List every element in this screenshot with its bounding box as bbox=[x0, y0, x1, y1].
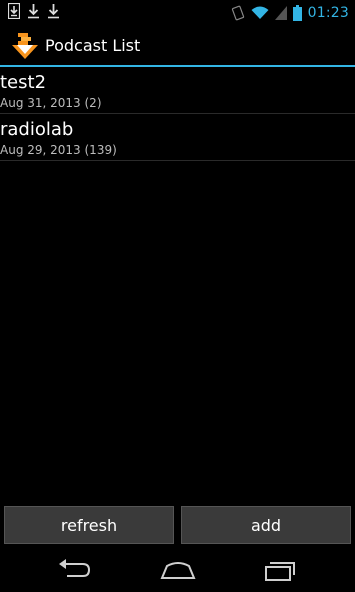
podcast-name: radiolab bbox=[0, 119, 74, 140]
podcast-list: test2 Aug 31, 2013 (2) radiolab Aug 29, … bbox=[0, 67, 355, 161]
podcast-meta: Aug 31, 2013 (2) bbox=[0, 96, 102, 110]
list-item[interactable]: test2 Aug 31, 2013 (2) bbox=[0, 67, 355, 114]
sd-card-download-icon bbox=[8, 3, 20, 19]
add-button[interactable]: add bbox=[181, 506, 351, 544]
signal-icon bbox=[274, 5, 287, 20]
action-bar: Podcast List bbox=[0, 25, 355, 66]
battery-icon bbox=[292, 4, 302, 21]
wifi-icon bbox=[251, 6, 269, 19]
refresh-button[interactable]: refresh bbox=[4, 506, 174, 544]
page-title: Podcast List bbox=[45, 36, 141, 55]
system-icons: 01:23 bbox=[231, 2, 355, 23]
notification-icons bbox=[8, 3, 60, 21]
screen-rotation-icon bbox=[231, 5, 244, 20]
podcast-name: test2 bbox=[0, 72, 47, 93]
podcast-meta: Aug 29, 2013 (139) bbox=[0, 143, 117, 157]
back-icon[interactable] bbox=[57, 558, 91, 582]
recent-apps-icon[interactable] bbox=[264, 558, 298, 582]
list-item[interactable]: radiolab Aug 29, 2013 (139) bbox=[0, 114, 355, 161]
navigation-bar bbox=[0, 550, 355, 592]
app-logo-icon[interactable] bbox=[11, 32, 39, 60]
status-bar: 01:23 bbox=[0, 0, 355, 25]
download-icon bbox=[48, 4, 59, 19]
home-icon[interactable] bbox=[160, 558, 196, 582]
clock: 01:23 bbox=[307, 4, 349, 21]
button-row: refresh add bbox=[0, 504, 355, 546]
download-icon bbox=[28, 4, 39, 19]
